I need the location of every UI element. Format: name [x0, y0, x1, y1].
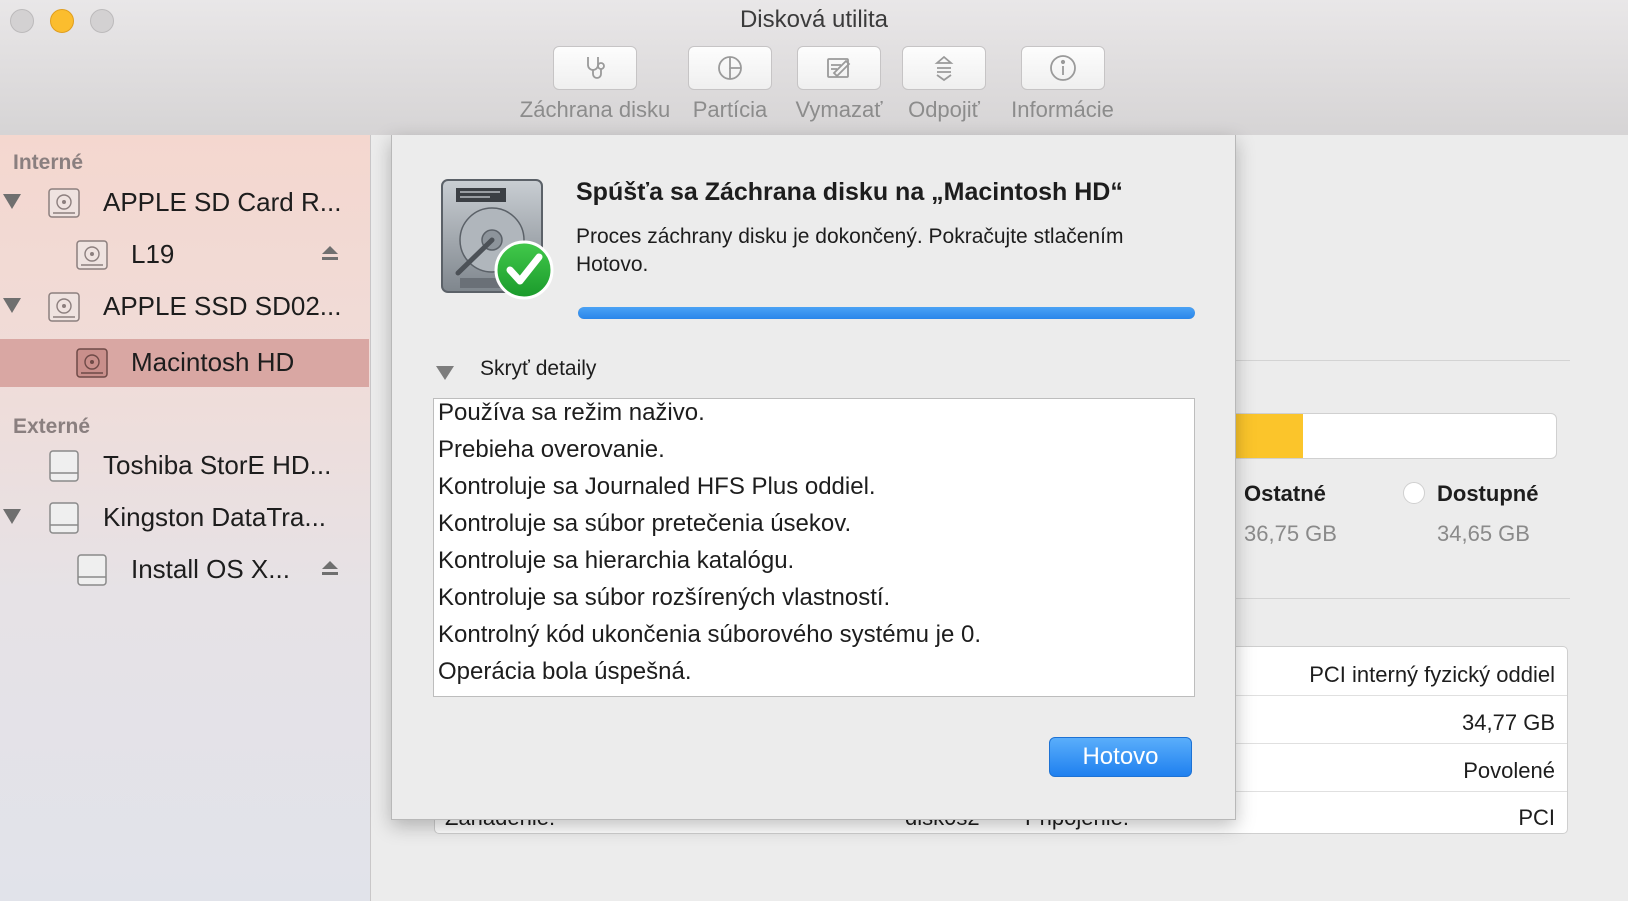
legend-available-value: 34,65 GB: [1437, 521, 1530, 546]
sheet-message: Proces záchrany disku je dokončený. Pokr…: [576, 225, 1124, 276]
erase-icon: [827, 58, 851, 78]
sidebar-item-macintosh-hd[interactable]: Macintosh HD: [0, 339, 369, 387]
external-disk-icon: [49, 450, 79, 482]
internal-disk-icon: [48, 188, 80, 218]
toolbar-unmount[interactable]: Odpojiť: [894, 46, 994, 123]
erase-button[interactable]: [797, 46, 881, 90]
sidebar-item-label: L19: [131, 239, 175, 269]
legend-other-name: Ostatné: [1244, 481, 1326, 506]
divider: [1234, 360, 1570, 361]
sidebar: Interné APPLE SD Card R... L19 APPLE SSD…: [0, 135, 371, 901]
window-title: Disková utilita: [739, 6, 889, 33]
progress-bar-fill: [578, 307, 1195, 319]
log-line: Kontrolný kód ukončenia súborového systé…: [438, 621, 981, 648]
sidebar-section-internal: Interné: [13, 151, 84, 174]
log-line: Prebieha overovanie.: [438, 436, 665, 463]
sidebar-item-label: Kingston DataTra...: [103, 502, 327, 532]
sidebar-item-label: APPLE SD Card R...: [103, 187, 342, 217]
details-log[interactable]: Používa sa režim naživo. Prebieha overova…: [433, 398, 1195, 697]
external-disk-icon: [49, 502, 79, 534]
first-aid-sheet: Spúšťa sa Záchrana disku na „Macintosh H…: [391, 135, 1236, 820]
eject-icon[interactable]: [320, 243, 340, 263]
first-aid-button[interactable]: [553, 46, 637, 90]
sidebar-item-apple-sd-card[interactable]: APPLE SD Card R...: [0, 179, 369, 227]
partition-button[interactable]: [688, 46, 772, 90]
log-line: Kontroluje sa súbor rozšírených vlastnos…: [438, 584, 891, 611]
toolbar-first-aid[interactable]: Záchrana disku: [510, 46, 680, 123]
info-value-capacity: 34,77 GB: [1462, 710, 1555, 735]
toolbar-erase[interactable]: Vymazať: [784, 46, 894, 123]
sidebar-item-label: Install OS X...: [131, 554, 290, 584]
legend-available-name: Dostupné: [1437, 481, 1539, 506]
stethoscope-icon: [587, 57, 605, 79]
details-toggle-label: Skryť detaily: [480, 357, 597, 380]
log-line: Kontroluje sa hierarchia katalógu.: [438, 547, 795, 574]
disclosure-triangle-icon[interactable]: [3, 509, 21, 524]
toolbar-label: Záchrana disku: [519, 97, 671, 122]
hard-disk-check-icon: [441, 179, 554, 300]
title-bar: Disková utilita Záchrana disku Partícia …: [0, 0, 1628, 136]
legend-other-value: 36,75 GB: [1244, 521, 1337, 546]
sidebar-item-kingston[interactable]: Kingston DataTra...: [0, 494, 369, 542]
toolbar-info[interactable]: Informácie: [1000, 46, 1125, 123]
log-line: Operácia bola úspešná.: [438, 658, 692, 685]
sheet-title: Spúšťa sa Záchrana disku na „Macintosh H…: [576, 178, 1123, 206]
toolbar-label: Odpojiť: [908, 97, 980, 122]
internal-disk-icon: [48, 292, 80, 322]
info-value-type: PCI interný fyzický oddiel: [1309, 662, 1555, 687]
progress-bar: [578, 307, 1195, 319]
toolbar-label: Vymazať: [795, 97, 883, 122]
sidebar-item-apple-ssd[interactable]: APPLE SSD SD02...: [0, 283, 369, 331]
toolbar-partition[interactable]: Partícia: [680, 46, 780, 123]
log-line: Kontroluje sa Journaled HFS Plus oddiel.: [438, 473, 876, 500]
external-volume-icon: [77, 554, 107, 586]
sidebar-item-toshiba[interactable]: Toshiba StorE HD...: [0, 442, 369, 490]
log-line: Kontroluje sa súbor pretečenia úsekov.: [438, 510, 852, 537]
log-line: Používa sa režim naživo.: [438, 399, 705, 426]
disclosure-triangle-icon[interactable]: [3, 194, 21, 209]
sidebar-item-label: Macintosh HD: [131, 347, 295, 377]
info-icon: [1049, 55, 1076, 81]
info-value-owners: Povolené: [1463, 758, 1555, 783]
eject-icon[interactable]: [320, 558, 340, 578]
toolbar-label: Partícia: [692, 97, 768, 122]
volume-icon: [76, 348, 108, 378]
sidebar-item-label: Toshiba StorE HD...: [103, 450, 332, 480]
sidebar-section-external: Externé: [13, 415, 91, 438]
disclosure-triangle-icon[interactable]: [436, 366, 454, 380]
sidebar-item-l19[interactable]: L19: [0, 231, 369, 279]
info-value-connection: PCI: [1518, 805, 1555, 830]
info-button[interactable]: [1020, 46, 1105, 90]
toolbar-label: Informácie: [1011, 97, 1114, 122]
sidebar-item-install-os-x[interactable]: Install OS X...: [0, 546, 369, 594]
sidebar-item-label: APPLE SSD SD02...: [103, 291, 342, 321]
volume-icon: [76, 240, 108, 270]
pie-icon: [718, 56, 742, 80]
legend-available-dot: [1403, 482, 1425, 504]
unmount-icon: [934, 55, 954, 82]
divider: [1234, 598, 1570, 599]
done-button[interactable]: Hotovo: [1049, 737, 1192, 777]
disclosure-triangle-icon[interactable]: [3, 298, 21, 313]
unmount-button[interactable]: [902, 46, 986, 90]
